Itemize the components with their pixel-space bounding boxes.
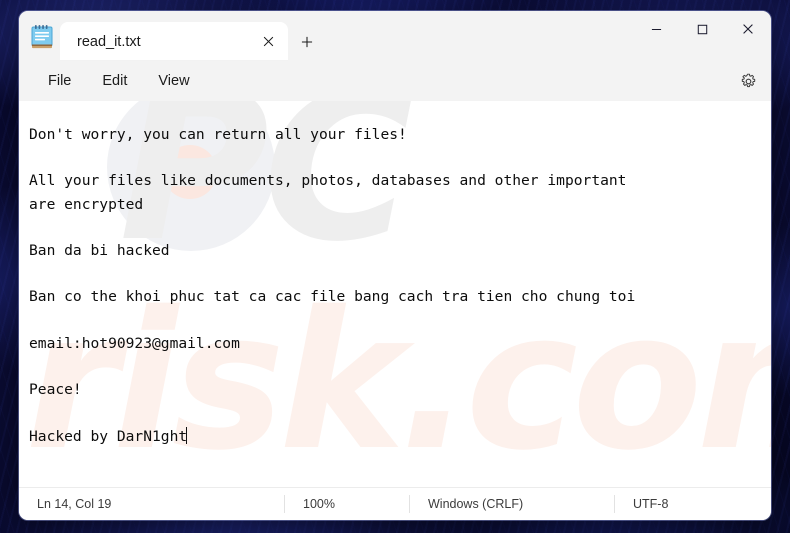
menu-item-file[interactable]: File [37, 68, 82, 94]
gear-icon[interactable] [731, 66, 765, 96]
tab-strip: read_it.txt [60, 11, 633, 61]
menu-item-view[interactable]: View [147, 68, 200, 94]
text-line: Don't worry, you can return all your fil… [29, 126, 407, 143]
status-cursor-position[interactable]: Ln 14, Col 19 [19, 495, 284, 513]
text-line [29, 216, 771, 239]
menu-bar: File Edit View [19, 61, 771, 101]
maximize-button[interactable] [679, 11, 725, 47]
title-bar: read_it.txt [19, 11, 771, 61]
text-line [29, 309, 771, 332]
notepad-icon [30, 24, 54, 50]
notepad-window: read_it.txt File Edit View PC risk.co Do… [19, 11, 771, 520]
text-line [29, 146, 771, 169]
status-encoding[interactable]: UTF-8 [614, 495, 764, 513]
text-line: Peace! [29, 381, 82, 399]
text-line [29, 355, 771, 378]
window-controls [633, 11, 771, 47]
status-zoom-level[interactable]: 100% [284, 495, 409, 513]
tab-close-icon[interactable] [254, 28, 282, 56]
text-line [29, 401, 771, 424]
status-line-endings[interactable]: Windows (CRLF) [409, 495, 614, 513]
text-editor-area[interactable]: PC risk.com Don't worry, you can return … [19, 101, 771, 487]
text-line: All your files like documents, photos, d… [29, 172, 627, 190]
text-line [29, 262, 771, 285]
close-button[interactable] [725, 11, 771, 47]
minimize-button[interactable] [633, 11, 679, 47]
text-line: are encrypted [29, 195, 144, 213]
text-line: Hacked by DarN1ght [29, 426, 188, 445]
text-line: Ban da bi hacked [29, 241, 170, 259]
tab-read-it-txt[interactable]: read_it.txt [60, 22, 288, 61]
new-tab-button[interactable] [288, 22, 326, 61]
tab-title: read_it.txt [77, 33, 141, 50]
text-line: Ban co the khoi phuc tat ca cac file ban… [29, 288, 636, 306]
ransom-note-text[interactable]: Don't worry, you can return all your fil… [19, 101, 771, 487]
status-bar: Ln 14, Col 19 100% Windows (CRLF) UTF-8 [19, 487, 771, 520]
menu-item-edit[interactable]: Edit [91, 68, 138, 94]
text-caret [186, 426, 188, 444]
text-line: email:hot90923@gmail.com [29, 334, 240, 352]
